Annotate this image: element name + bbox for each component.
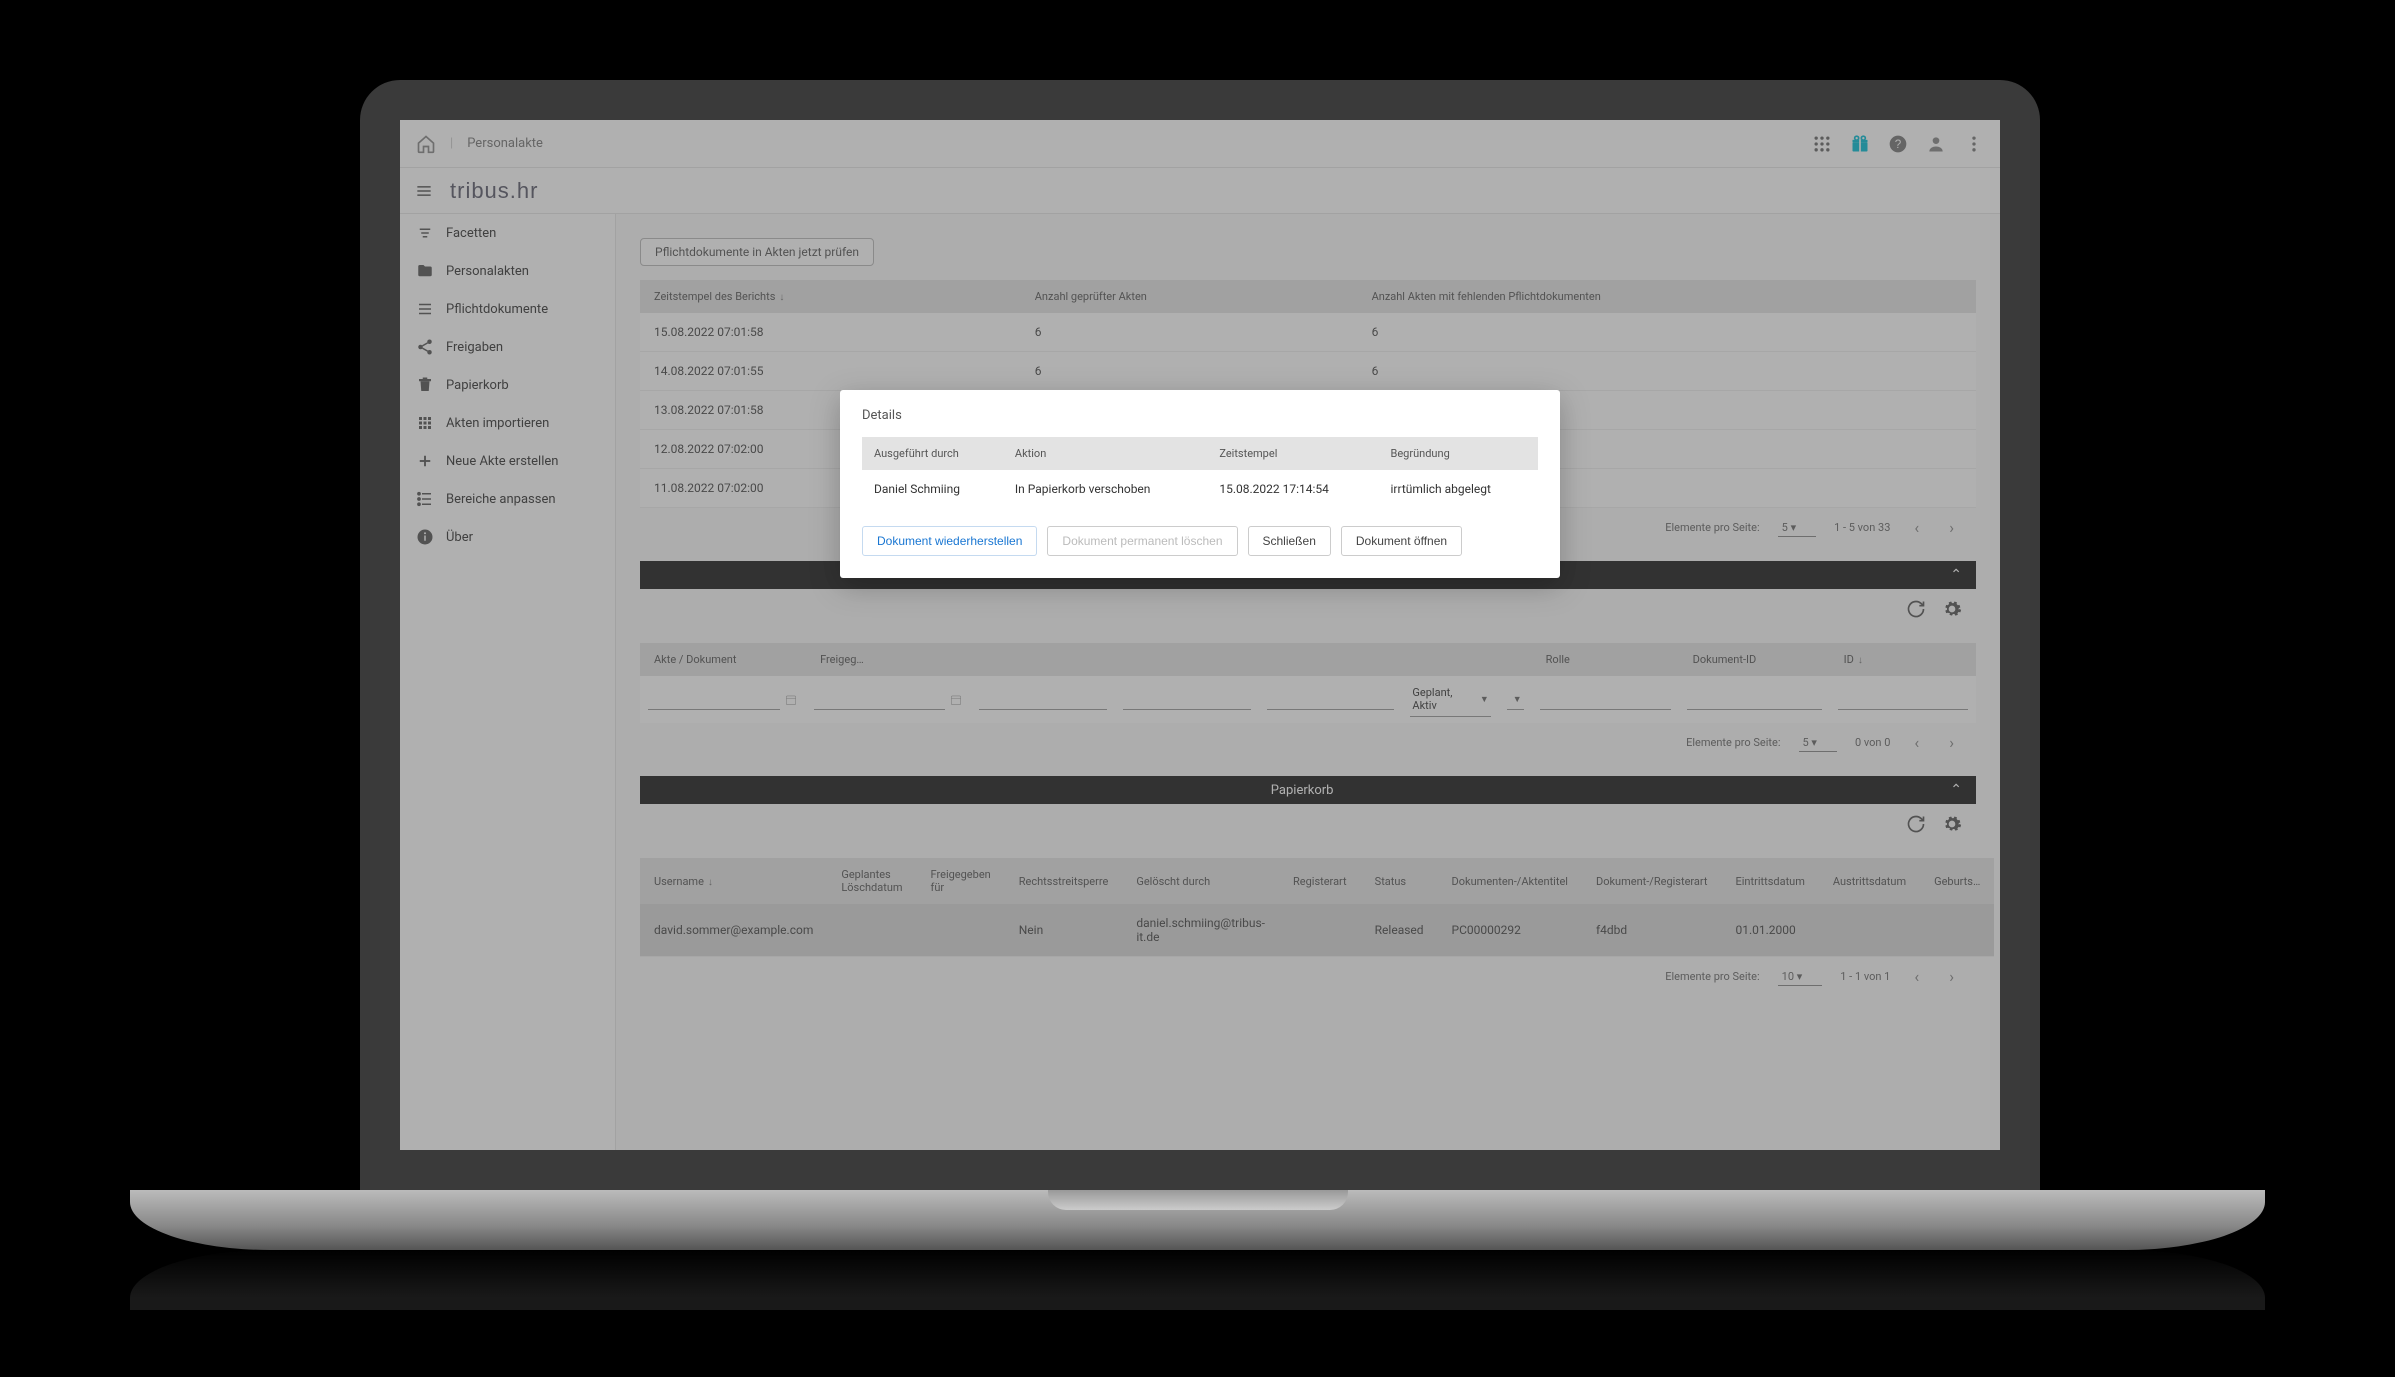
modal-title: Details xyxy=(862,408,1538,423)
col-by: Ausgeführt durch xyxy=(862,437,1003,470)
col-action: Aktion xyxy=(1003,437,1207,470)
col-ts: Zeitstempel xyxy=(1207,437,1378,470)
close-button[interactable]: Schließen xyxy=(1248,526,1331,556)
modal-backdrop[interactable]: Details Ausgeführt durch Aktion Zeitstem… xyxy=(400,120,2000,1150)
open-document-button[interactable]: Dokument öffnen xyxy=(1341,526,1462,556)
modal-table: Ausgeführt durch Aktion Zeitstempel Begr… xyxy=(862,437,1538,508)
details-modal: Details Ausgeführt durch Aktion Zeitstem… xyxy=(840,390,1560,578)
col-reason: Begründung xyxy=(1379,437,1539,470)
restore-button[interactable]: Dokument wiederherstellen xyxy=(862,526,1037,556)
table-row: Daniel Schmiing In Papierkorb verschoben… xyxy=(862,470,1538,508)
permanent-delete-button: Dokument permanent löschen xyxy=(1047,526,1237,556)
